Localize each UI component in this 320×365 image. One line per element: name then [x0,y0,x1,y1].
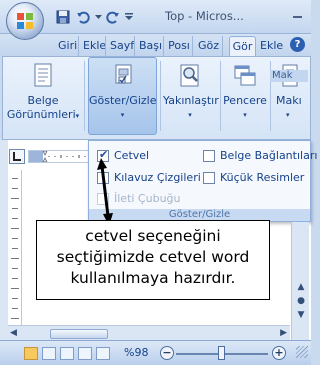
zoom-icon [180,64,199,87]
annotation-callout: cetvel seçeneğini seçtiğimizde cetvel wo… [36,220,270,300]
chevron-down-icon: ▾ [286,111,290,119]
macros-button[interactable]: Makı ▾ [272,57,310,135]
zoom-line1: Yakınlaştır [163,94,219,107]
thumbnails-label: Küçük Resimler [220,171,305,184]
document-map-label: Belge Bağlantıları [220,149,318,162]
full-screen-reading-icon[interactable] [42,347,56,360]
zoom-button[interactable]: Yakınlaştır ▾ [162,57,219,135]
zoom-out-button[interactable]: − [160,346,174,360]
chevron-down-icon[interactable] [94,8,102,26]
checkbox-icon[interactable] [203,171,215,184]
thumbnails-checkbox[interactable]: Küçük Resimler [203,171,304,184]
tab-selector-icon[interactable] [9,149,25,164]
minimize-button[interactable] [289,7,307,21]
print-layout-view-icon[interactable] [24,347,38,360]
group-separator [160,61,161,131]
document-views-icon [34,63,52,87]
undo-icon[interactable] [74,8,92,26]
callout-line-2: seçtiğimizde cetvel word [56,248,250,266]
tab-eklentiler[interactable]: Ekle [258,36,284,56]
document-map-checkbox[interactable]: Belge Bağlantıları [203,149,317,162]
show-hide-icon [115,64,131,84]
ruler-checkbox-label: Cetvel [114,149,150,162]
chevron-down-icon: ▾ [120,111,125,119]
status-bar: %98 − + [0,340,311,365]
chevron-down-icon: ▾ [188,111,192,119]
message-bar-label: İleti Çubuğu [114,192,181,205]
office-logo-icon [17,13,33,29]
draft-view-icon[interactable] [96,347,110,360]
web-layout-icon[interactable] [60,347,74,360]
horizontal-scroll-thumb[interactable] [50,329,108,339]
zoom-in-button[interactable]: + [272,346,286,360]
window-icon [234,65,256,86]
document-views-button[interactable]: Belge Görünümleri▾ [5,57,81,135]
tab-basvurular[interactable]: Başı [137,36,164,56]
double-arrow-icon [97,158,113,226]
macros-line1: Makı [276,94,302,107]
show-hide-dropdown: Cetvel Belge Bağlantıları Kılavuz Çizgil… [88,140,317,222]
tab-postalar[interactable]: Posı [166,36,193,56]
scroll-right-icon[interactable]: ▶ [280,328,287,338]
next-page-icon[interactable]: ▼ [294,308,308,322]
document-views-label: Belge Görünümleri▾ [6,94,80,123]
ribbon-tabs: Giri Ekle Sayf Başı Posı Göz Gör Ekle [0,34,311,56]
tab-gorunum[interactable]: Gör [229,36,256,56]
tab-giris[interactable]: Giri [56,36,79,56]
help-icon[interactable]: ? [290,37,305,52]
callout-line-1: cetvel seçeneğini [85,227,221,245]
macros-label: Makı ▾ [273,94,309,122]
left-margin-strip [0,140,8,340]
group-separator [84,61,85,131]
tab-sayfa-duzeni[interactable]: Sayf [108,36,135,56]
horizontal-scrollbar[interactable]: ◀ ▶ [8,325,290,340]
tab-gozden-gecir[interactable]: Göz [195,36,223,56]
window-label: Pencere ▾ [223,94,267,122]
window-title: Top - Micros... [165,9,244,23]
zoom-slider-thumb[interactable] [217,346,225,360]
group-separator [220,61,221,131]
macros-group-label: Mak [270,70,308,82]
zoom-level[interactable]: %98 [124,346,148,359]
document-views-line2: Görünümleri [6,108,76,121]
window-line1: Pencere [223,94,267,107]
previous-page-icon[interactable]: ▲ [294,280,308,294]
browse-object-icon[interactable]: ● [294,294,308,308]
show-hide-line1: Göster/Gizle [89,94,157,107]
gridlines-label: Kılavuz Çizgileri [114,171,201,184]
callout-line-3: kullanılmaya hazırdır. [70,269,236,287]
office-button[interactable] [6,2,44,40]
save-icon[interactable] [54,8,72,26]
checkbox-icon[interactable] [203,149,215,162]
window-button[interactable]: Pencere ▾ [222,57,268,135]
document-views-line1: Belge [27,94,59,107]
chevron-down-icon: ▾ [75,112,80,120]
show-hide-label: Göster/Gizle ▾ [89,94,156,122]
quick-access-toolbar [54,8,134,26]
show-hide-button[interactable]: Göster/Gizle ▾ [88,57,157,135]
vertical-ruler[interactable] [9,170,22,332]
ribbon-panel: Belge Görünümleri▾ Göster/Gizle ▾ Yakınl… [2,56,311,140]
scroll-left-icon[interactable]: ◀ [10,328,17,338]
tab-ekle[interactable]: Ekle [81,36,106,56]
vertical-scrollbar[interactable]: ▲ ● ▼ [291,222,309,340]
outline-view-icon[interactable] [78,347,92,360]
title-bar: Top - Micros... [0,0,311,34]
zoom-label: Yakınlaştır ▾ [163,94,219,122]
customize-qat-icon[interactable] [124,8,134,26]
chevron-down-icon: ▾ [243,111,247,119]
redo-icon[interactable] [104,8,122,26]
resize-grip-icon[interactable] [296,346,308,358]
